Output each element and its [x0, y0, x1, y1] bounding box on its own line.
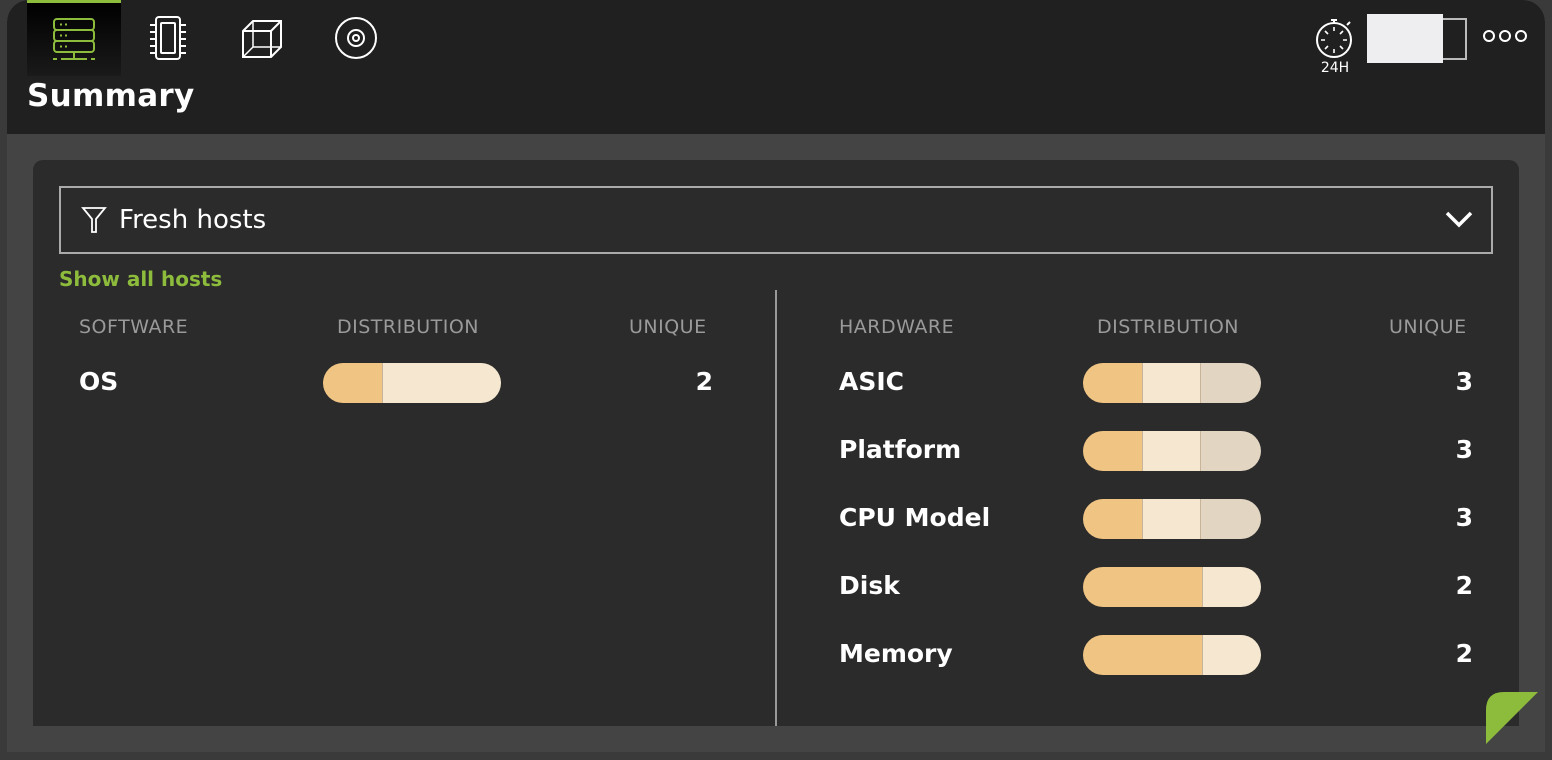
filter-selected-value: Fresh hosts — [119, 205, 267, 235]
hardware-row-label: Disk — [839, 571, 900, 600]
software-distribution-header: DISTRIBUTION — [337, 316, 480, 338]
show-all-hosts-link[interactable]: Show all hosts — [59, 267, 222, 291]
distribution-segment[interactable] — [1202, 635, 1261, 675]
tab-disc[interactable] — [309, 0, 403, 76]
column-divider — [775, 290, 777, 726]
distribution-bar[interactable] — [1083, 363, 1261, 403]
distribution-segment[interactable] — [1200, 431, 1261, 471]
more-dot-icon — [1483, 30, 1495, 42]
distribution-segment[interactable] — [1083, 499, 1142, 539]
tab-servers[interactable] — [27, 0, 121, 76]
software-header: SOFTWARE — [79, 316, 189, 338]
time-range-button[interactable]: 24H — [1313, 16, 1357, 76]
hardware-unique-count: 3 — [1455, 435, 1473, 464]
cube-icon — [242, 20, 282, 58]
distribution-segment[interactable] — [1200, 363, 1261, 403]
distribution-bar[interactable] — [1083, 499, 1261, 539]
summary-card: Summary 24H Fresh hosts Show all hosts S… — [7, 0, 1545, 752]
more-options-button[interactable] — [1483, 30, 1527, 42]
distribution-segment[interactable] — [1141, 363, 1201, 403]
time-range-label: 24H — [1320, 60, 1350, 76]
distribution-segment[interactable] — [1200, 499, 1261, 539]
tab-cube[interactable] — [215, 0, 309, 76]
hardware-row-label: ASIC — [839, 367, 905, 396]
distribution-segment[interactable] — [1083, 431, 1142, 471]
software-row-label: OS — [79, 367, 119, 396]
filter-icon — [81, 207, 107, 233]
distribution-segment[interactable] — [1141, 499, 1201, 539]
distribution-bar[interactable] — [1083, 635, 1261, 675]
tab-chip[interactable] — [121, 0, 215, 76]
hardware-unique-count: 2 — [1455, 571, 1473, 600]
software-unique-count: 2 — [695, 367, 713, 396]
software-unique-header: UNIQUE — [629, 316, 707, 338]
distribution-segment[interactable] — [1202, 567, 1261, 607]
distribution-segment[interactable] — [381, 363, 501, 403]
host-filter-dropdown[interactable]: Fresh hosts — [59, 186, 1493, 254]
more-dot-icon — [1499, 30, 1511, 42]
more-dot-icon — [1515, 30, 1527, 42]
distribution-bar[interactable] — [1083, 567, 1261, 607]
stopwatch-icon — [1316, 19, 1352, 58]
hardware-row-label: Memory — [839, 639, 953, 668]
distribution-segment[interactable] — [1141, 431, 1201, 471]
chevron-down-icon — [1445, 211, 1473, 228]
corner-fold-icon — [1486, 692, 1538, 744]
hardware-unique-count: 3 — [1455, 503, 1473, 532]
hardware-unique-header: UNIQUE — [1389, 316, 1467, 338]
hardware-unique-count: 2 — [1455, 639, 1473, 668]
disc-icon — [335, 17, 377, 59]
distribution-bar[interactable] — [323, 363, 501, 403]
chip-icon — [150, 16, 186, 60]
server-stack-icon — [53, 17, 95, 60]
distribution-bar[interactable] — [1083, 431, 1261, 471]
distribution-segment[interactable] — [1083, 567, 1203, 607]
hardware-row-label: Platform — [839, 435, 962, 464]
distribution-segment[interactable] — [323, 363, 382, 403]
summary-panel: Fresh hosts Show all hosts SOFTWARE DIST… — [33, 160, 1519, 726]
hardware-row-label: CPU Model — [839, 503, 991, 532]
hardware-unique-count: 3 — [1455, 367, 1473, 396]
toggle-knob — [1367, 14, 1443, 63]
page-title: Summary — [27, 78, 195, 114]
hardware-distribution-header: DISTRIBUTION — [1097, 316, 1240, 338]
hardware-header: HARDWARE — [839, 316, 955, 338]
distribution-segment[interactable] — [1083, 635, 1203, 675]
distribution-segment[interactable] — [1083, 363, 1142, 403]
header: Summary 24H — [7, 0, 1545, 134]
view-toggle[interactable] — [1367, 14, 1467, 63]
